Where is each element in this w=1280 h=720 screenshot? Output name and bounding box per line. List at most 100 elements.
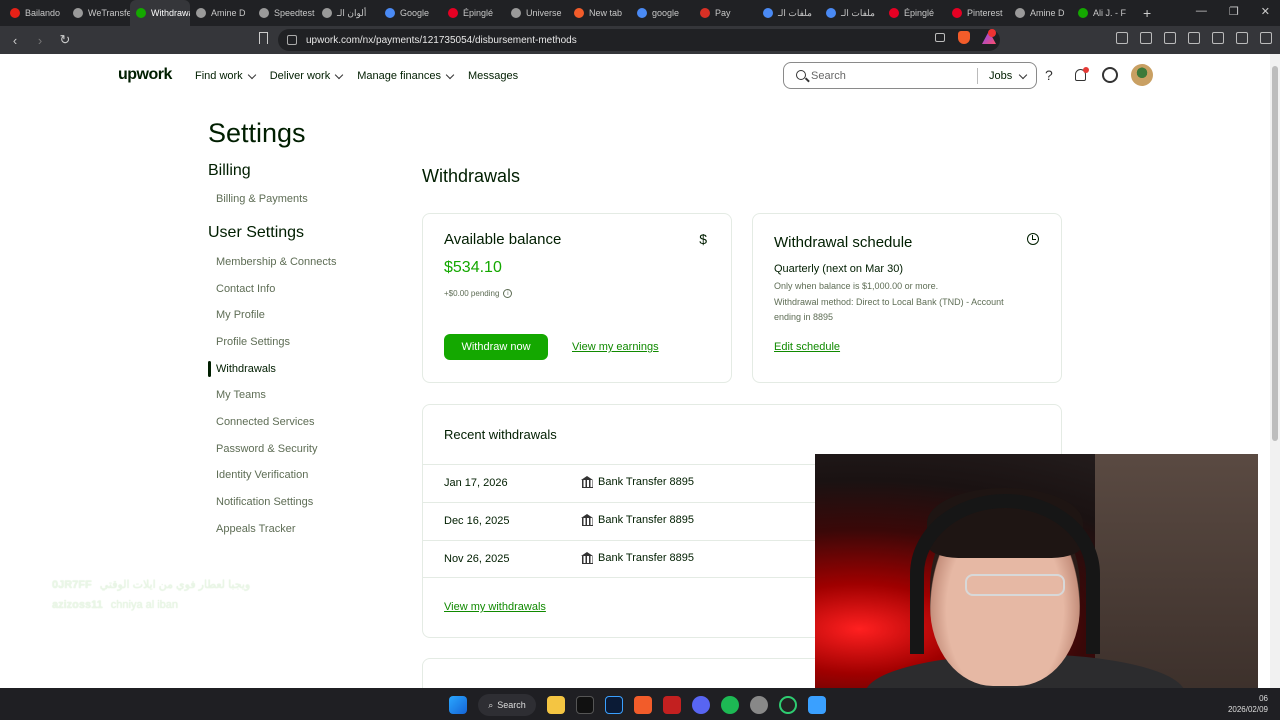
taskbar-search[interactable]: ⌕ Search [478, 694, 536, 716]
browser-tab[interactable]: Épinglé [883, 0, 946, 26]
browser-tab[interactable]: ملفات الـ [820, 0, 883, 26]
browser-tab[interactable]: ملفات الـ [757, 0, 820, 26]
leo-ai-icon[interactable] [1212, 32, 1224, 44]
schedule-threshold: Only when balance is $1,000.00 or more. [774, 281, 939, 291]
photoshop-icon[interactable] [605, 696, 623, 714]
view-earnings-link[interactable]: View my earnings [572, 341, 659, 353]
close-window-icon[interactable]: ✕ [1261, 5, 1270, 18]
brave-icon[interactable] [634, 696, 652, 714]
wallet-icon[interactable] [1188, 32, 1200, 44]
browser-tab[interactable]: Withdrawals✕ [130, 0, 190, 26]
spotify-icon[interactable] [721, 696, 739, 714]
sidebar-item-my-profile[interactable]: My Profile [216, 309, 265, 321]
windows-start-icon[interactable] [449, 696, 467, 714]
tradingview-icon[interactable] [576, 696, 594, 714]
sidebar-item-profile-settings[interactable]: Profile Settings [216, 336, 290, 348]
discord-icon[interactable] [692, 696, 710, 714]
search-scope-label: Jobs [989, 70, 1013, 82]
chat-overlay-line: azizoss11 chniya al iban [52, 599, 178, 611]
url-input[interactable]: upwork.com/nx/payments/121735054/disburs… [278, 29, 1000, 51]
nav-label: Deliver work [269, 70, 331, 82]
direct-contracts-icon[interactable] [1102, 67, 1118, 83]
address-bar-row: ‹ › ↻ upwork.com/nx/payments/121735054/d… [0, 26, 1280, 54]
restore-icon[interactable]: ❐ [1229, 5, 1239, 18]
bank-icon [581, 552, 594, 564]
browser-tab[interactable]: Épinglé [442, 0, 505, 26]
search-scope-select[interactable]: Jobs [989, 70, 1028, 82]
brave-shields-icon[interactable] [958, 31, 970, 44]
help-icon[interactable]: ? [1045, 67, 1053, 83]
nav-messages[interactable]: Messages [468, 70, 518, 82]
browser-tab[interactable]: ألوان الـ [316, 0, 379, 26]
bank-icon [581, 514, 594, 526]
tab-favicon-icon [136, 8, 146, 18]
info-icon[interactable]: i [503, 289, 513, 298]
forward-icon[interactable]: › [30, 33, 50, 48]
withdraw-now-button[interactable]: Withdraw now [444, 334, 548, 360]
upwork-logo[interactable]: upwork [118, 66, 172, 84]
chat-overlay-line: 0JR7FF ويجبا لعطار فوي من ايلات الوقتي [52, 578, 250, 591]
browser-chrome: BailandoWeTransferWithdrawals✕Amine DSpe… [0, 0, 1280, 54]
tab-favicon-icon [826, 8, 836, 18]
nav-find-work[interactable]: Find work [195, 70, 256, 82]
sidebar-toggle-icon[interactable] [1164, 32, 1176, 44]
browser-tab[interactable]: Pay [694, 0, 757, 26]
youtube-music-icon[interactable] [663, 696, 681, 714]
file-explorer-icon[interactable] [547, 696, 565, 714]
browser-tab[interactable]: Ali J. - F [1072, 0, 1135, 26]
sidebar-item-notification-settings[interactable]: Notification Settings [216, 496, 313, 508]
browser-tab[interactable]: WeTransfer [67, 0, 130, 26]
extension-icons [1116, 32, 1272, 44]
browser-tab[interactable]: Universe [505, 0, 568, 26]
tab-favicon-icon [322, 8, 332, 18]
recent-withdrawals-title: Recent withdrawals [444, 427, 557, 442]
extension-icon[interactable] [1140, 32, 1152, 44]
browser-tab[interactable]: google [631, 0, 694, 26]
minimize-icon[interactable]: — [1196, 5, 1207, 18]
bookmark-icon[interactable] [259, 32, 268, 44]
sidebar-item-identity-verification[interactable]: Identity Verification [216, 469, 308, 481]
system-clock[interactable]: 06 2026/02/09 [1228, 693, 1268, 715]
share-icon[interactable] [935, 33, 945, 42]
sidebar-item-password-security[interactable]: Password & Security [216, 443, 317, 455]
sidebar-item-connected-services[interactable]: Connected Services [216, 416, 314, 428]
method-label: Bank Transfer 8895 [598, 552, 695, 564]
browser-tab[interactable]: Amine D [1009, 0, 1072, 26]
sidebar-item-withdrawals[interactable]: Withdrawals [216, 363, 276, 375]
view-withdrawals-link[interactable]: View my withdrawals [444, 601, 546, 613]
search-input[interactable]: Search [811, 70, 846, 82]
menu-icon[interactable] [1260, 32, 1272, 44]
browser-tab[interactable]: Pinterest [946, 0, 1009, 26]
back-icon[interactable]: ‹ [5, 33, 25, 48]
reload-icon[interactable]: ↻ [55, 32, 75, 48]
obs-icon[interactable] [779, 696, 797, 714]
sidebar-item-appeals-tracker[interactable]: Appeals Tracker [216, 523, 295, 535]
edit-schedule-link[interactable]: Edit schedule [774, 341, 840, 353]
app-icon[interactable] [750, 696, 768, 714]
withdrawal-date: Nov 26, 2025 [444, 553, 510, 565]
search-box[interactable]: Search Jobs [783, 62, 1037, 89]
sidebar-item-membership-connects[interactable]: Membership & Connects [216, 256, 336, 268]
browser-tab[interactable]: Speedtest [253, 0, 316, 26]
glasses-icon [965, 574, 1065, 596]
sidebar-item-my-teams[interactable]: My Teams [216, 389, 266, 401]
site-info-icon[interactable] [287, 35, 297, 45]
browser-tab[interactable]: Bailando [4, 0, 67, 26]
webcam-overlay [815, 454, 1258, 704]
browser-tab[interactable]: Amine D [190, 0, 253, 26]
vpn-icon[interactable] [1236, 32, 1248, 44]
sidebar-item-contact-info[interactable]: Contact Info [216, 283, 275, 295]
upwork-taskbar-icon[interactable] [808, 696, 826, 714]
nav-manage-finances[interactable]: Manage finances [357, 70, 455, 82]
extension-icon[interactable] [1116, 32, 1128, 44]
new-tab-icon[interactable]: + [1143, 5, 1151, 21]
browser-tab[interactable]: New tab [568, 0, 631, 26]
schedule-method: Withdrawal method: Direct to Local Bank … [774, 297, 1004, 322]
nav-deliver-work[interactable]: Deliver work [269, 70, 344, 82]
sidebar-item-billing-payments[interactable]: Billing & Payments [216, 193, 308, 205]
page-scrollbar[interactable] [1270, 54, 1280, 688]
browser-tab[interactable]: Google [379, 0, 442, 26]
scrollbar-thumb[interactable] [1272, 66, 1278, 441]
avatar[interactable] [1131, 64, 1153, 86]
tab-label: Épinglé [904, 8, 935, 18]
